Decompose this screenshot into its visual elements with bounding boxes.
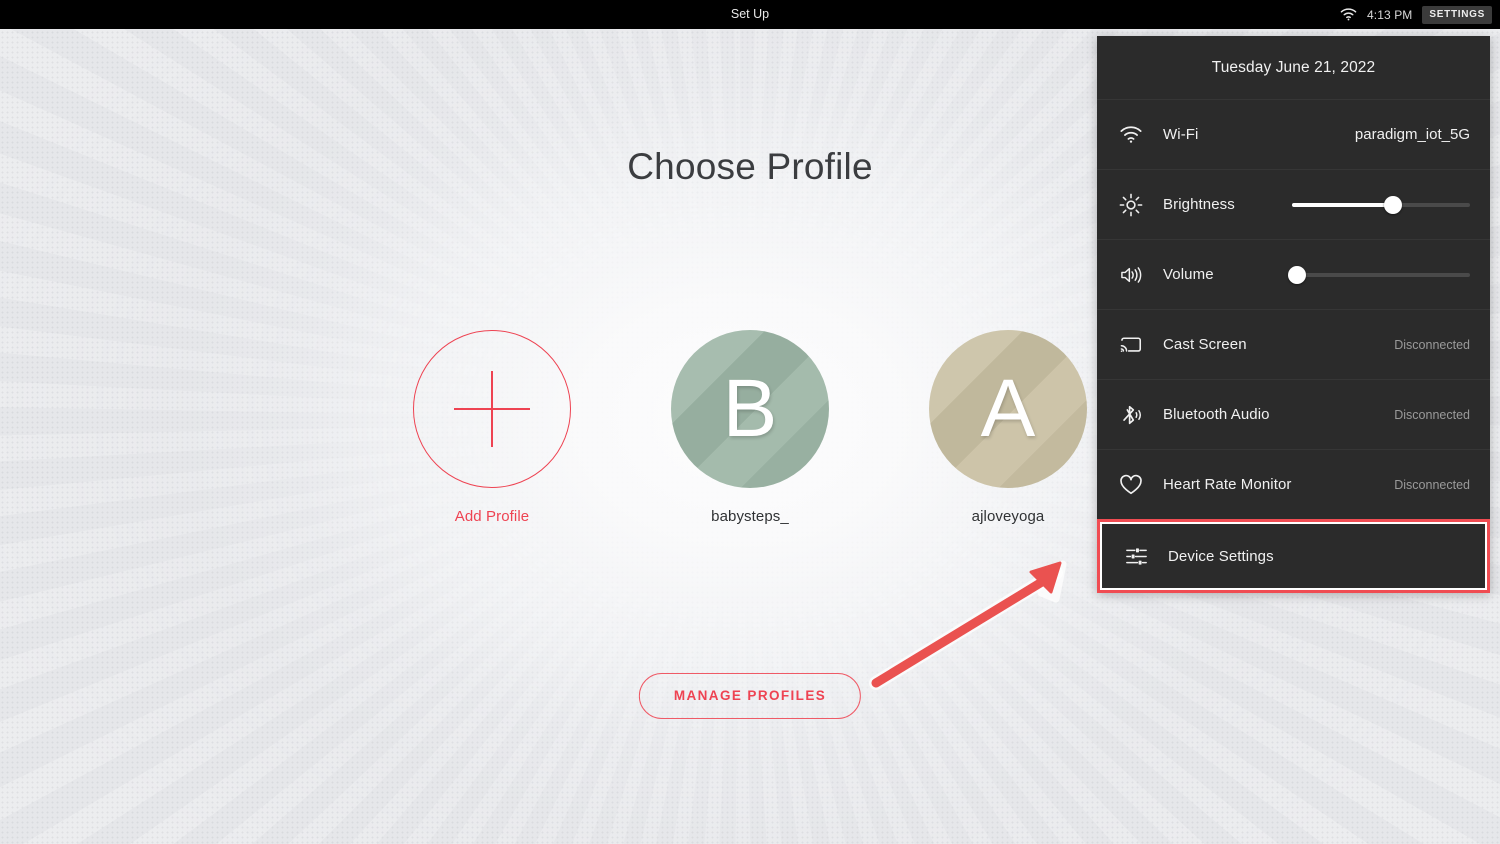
- slider-knob[interactable]: [1288, 265, 1307, 284]
- settings-row-label: Wi-Fi: [1163, 126, 1199, 143]
- wifi-icon: [1340, 8, 1357, 21]
- slider-track: [1292, 272, 1470, 277]
- avatar[interactable]: A: [929, 330, 1087, 488]
- brightness-icon: [1118, 192, 1144, 218]
- settings-row-heart-rate-monitor[interactable]: Heart Rate Monitor Disconnected: [1097, 449, 1490, 519]
- profile-item-babysteps[interactable]: B babysteps_: [644, 330, 856, 525]
- app-screen: Set Up 4:13 PM SETTINGS Choose Profile A: [0, 0, 1500, 844]
- panel-date-header: Tuesday June 21, 2022: [1211, 59, 1376, 76]
- status-bar-right-cluster: 4:13 PM SETTINGS: [1340, 0, 1492, 29]
- sliders-icon: [1123, 543, 1149, 569]
- wifi-icon: [1118, 122, 1144, 148]
- settings-row-bluetooth-audio[interactable]: Bluetooth Audio Disconnected: [1097, 379, 1490, 449]
- avatar-initial: B: [722, 363, 778, 454]
- wifi-network-value: paradigm_iot_5G: [1354, 126, 1470, 143]
- settings-row-device-settings[interactable]: Device Settings: [1102, 524, 1485, 588]
- quick-settings-panel: Tuesday June 21, 2022 Wi-Fi paradigm_iot…: [1097, 36, 1490, 593]
- settings-row-cast-screen[interactable]: Cast Screen Disconnected: [1097, 309, 1490, 379]
- manage-profiles-button[interactable]: MANAGE PROFILES: [638, 673, 862, 719]
- add-profile-label: Add Profile: [454, 508, 530, 525]
- settings-row-brightness[interactable]: Brightness: [1097, 169, 1490, 239]
- profile-item-ajloveyoga[interactable]: A ajloveyoga: [902, 330, 1114, 525]
- heart-icon: [1118, 472, 1144, 498]
- status-badge: Disconnected: [1394, 477, 1470, 492]
- slider-fill: [1292, 202, 1394, 207]
- status-badge: Disconnected: [1394, 337, 1470, 352]
- brightness-slider[interactable]: [1292, 194, 1470, 216]
- settings-row-label: Volume: [1163, 266, 1214, 283]
- settings-row-volume[interactable]: Volume: [1097, 239, 1490, 309]
- settings-row-wifi[interactable]: Wi-Fi paradigm_iot_5G: [1097, 99, 1490, 169]
- avatar-initial: A: [980, 363, 1036, 454]
- avatar[interactable]: B: [671, 330, 829, 488]
- settings-row-label: Brightness: [1163, 196, 1235, 213]
- settings-row-label: Bluetooth Audio: [1163, 406, 1270, 423]
- device-settings-highlight: Device Settings: [1097, 519, 1490, 593]
- volume-icon: [1118, 262, 1144, 288]
- settings-row-label: Device Settings: [1168, 547, 1274, 565]
- cast-screen-icon: [1118, 332, 1144, 358]
- volume-slider[interactable]: [1288, 264, 1470, 286]
- bluetooth-audio-icon: [1118, 402, 1144, 428]
- profile-name-label: babysteps_: [711, 508, 789, 525]
- add-profile-circle[interactable]: [413, 330, 571, 488]
- top-status-bar: Set Up 4:13 PM SETTINGS: [0, 0, 1500, 29]
- window-title: Set Up: [730, 7, 770, 21]
- settings-button[interactable]: SETTINGS: [1422, 5, 1492, 24]
- clock: 4:13 PM: [1367, 7, 1413, 22]
- settings-row-label: Heart Rate Monitor: [1163, 476, 1292, 493]
- profile-name-label: ajloveyoga: [971, 508, 1045, 525]
- add-profile-item[interactable]: Add Profile: [386, 330, 598, 525]
- status-badge: Disconnected: [1394, 407, 1470, 422]
- slider-knob[interactable]: [1384, 195, 1403, 214]
- settings-row-label: Cast Screen: [1163, 336, 1247, 353]
- plus-icon-horizontal: [454, 408, 530, 410]
